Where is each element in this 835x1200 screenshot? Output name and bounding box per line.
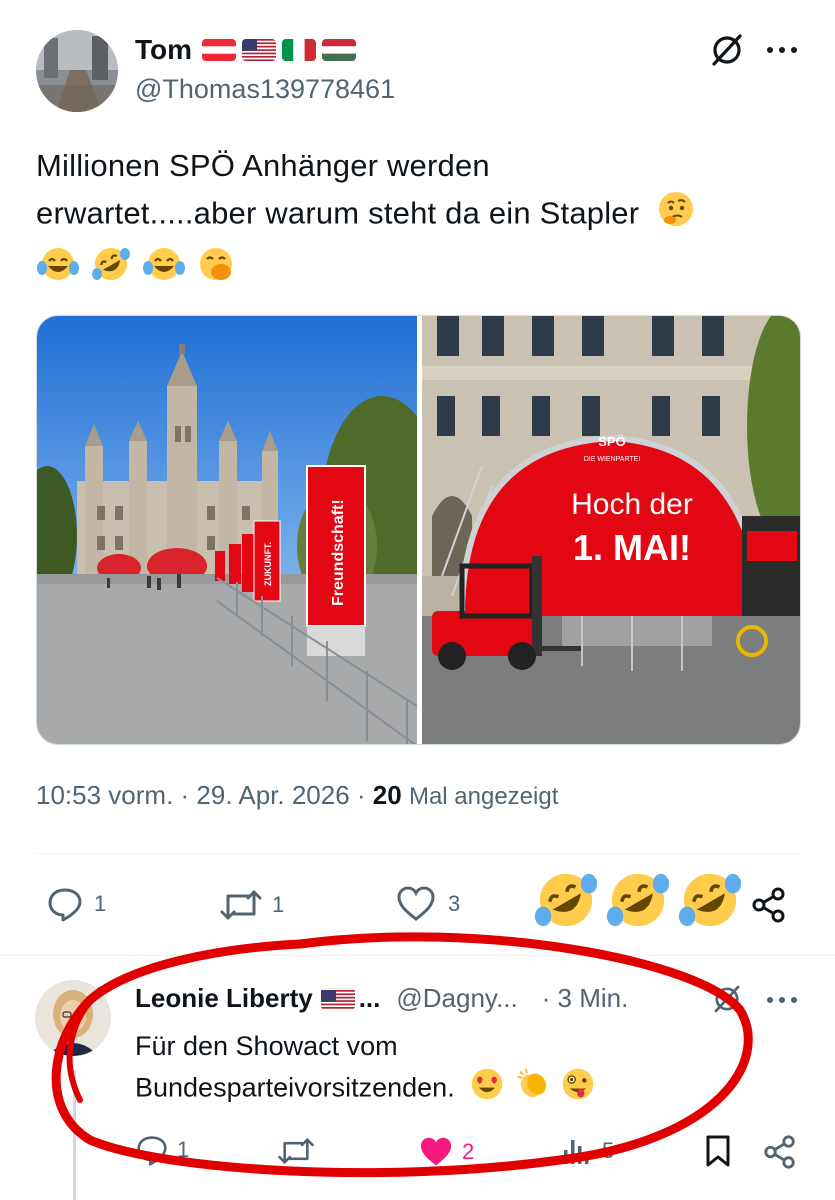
reply-grok-icon[interactable] (710, 982, 744, 1016)
face-with-hand-over-mouth-icon (194, 244, 238, 297)
reply-text-line-2-content: Bundesparteivorsitzenden. (135, 1072, 455, 1103)
avatar-photo (35, 980, 111, 1056)
usa-flag-icon (242, 39, 277, 61)
reply-repost-button[interactable] (276, 1136, 316, 1166)
reply-icon (137, 1136, 167, 1166)
reply-share-button[interactable] (762, 1134, 798, 1170)
reply-text: Für den Showact vom Bundesparteivorsitze… (135, 1026, 755, 1113)
rolling-on-floor-laughing-icon (534, 873, 598, 927)
reply-views-count: 5 (602, 1138, 615, 1163)
thinking-face-icon (656, 189, 696, 242)
rolling-on-floor-laughing-icon (606, 873, 670, 927)
post-meta: 10:53 vorm. · 29. Apr. 2026 · 20 Mal ang… (36, 780, 558, 811)
post-text-line-2: erwartet.....aber warum steht da ein Sta… (36, 189, 806, 242)
heart-icon (397, 886, 435, 921)
reply-like-button[interactable]: 2 (418, 1136, 474, 1168)
reply-reply-button[interactable]: 1 (135, 1134, 189, 1166)
reply-header: Leonie Liberty ... @Dagny... · 3 Min. (135, 983, 628, 1014)
reply-text-line-1: Für den Showact vom (135, 1031, 398, 1061)
reply-like-count: 2 (462, 1139, 475, 1164)
meta-separator: · (356, 780, 373, 810)
grok-icon[interactable] (707, 30, 747, 70)
austria-flag-icon (202, 39, 237, 61)
share-icon (752, 887, 785, 923)
reply-reply-count: 1 (177, 1137, 190, 1162)
media-image-stage[interactable]: SPÖ DIE WIENPARTEI Hoch der 1. MAI! (422, 316, 800, 744)
rolling-on-floor-laughing-icon (678, 873, 742, 927)
post-emoji-row (36, 244, 806, 297)
author-name-row: Tom (135, 32, 357, 68)
repost-icon (220, 890, 262, 920)
like-button[interactable]: 3 (396, 886, 460, 922)
reply-handle[interactable]: @Dagny... (396, 983, 517, 1014)
face-with-tears-of-joy-icon (36, 244, 80, 297)
divider (0, 955, 835, 956)
meta-separator: · (180, 780, 197, 810)
stage-headline-line-1: Hoch der (571, 488, 693, 521)
share-icon (764, 1135, 795, 1169)
reply-more-options-icon[interactable] (764, 988, 800, 1012)
author-name[interactable]: Tom (135, 34, 192, 66)
repost-button[interactable]: 1 (218, 888, 284, 922)
rolling-on-floor-laughing-icon (89, 244, 133, 297)
stage-headline-line-2: 1. MAI! (573, 527, 691, 568)
bookmark-button[interactable] (704, 1134, 732, 1168)
post-time[interactable]: 10:53 vorm. (36, 780, 173, 810)
post-date[interactable]: 29. Apr. 2026 (196, 780, 349, 810)
post-text-line-2-content: erwartet.....aber warum steht da ein Sta… (36, 195, 640, 231)
reply-author-name[interactable]: Leonie Liberty (135, 983, 313, 1014)
divider (36, 853, 799, 854)
bookmark-icon (706, 1135, 730, 1167)
like-count: 3 (448, 891, 461, 916)
stage-logo: SPÖ (598, 434, 625, 449)
italy-flag-icon (282, 39, 317, 61)
reply-name-ellipsis: ... (358, 983, 381, 1013)
views-count: 20 (372, 780, 402, 810)
post-text-line-1: Millionen SPÖ Anhänger werden (36, 148, 490, 183)
reply-count: 1 (94, 891, 107, 916)
reply-time[interactable]: · 3 Min. (542, 983, 629, 1014)
hungary-flag-icon (322, 39, 357, 61)
smiling-face-with-heart-eyes-icon (468, 1066, 506, 1113)
repost-icon (278, 1138, 314, 1164)
author-avatar[interactable] (36, 30, 118, 112)
more-options-icon[interactable] (764, 38, 800, 62)
avatar-photo (36, 30, 118, 112)
zany-face-icon (559, 1066, 597, 1113)
thread-line (73, 1070, 76, 1200)
author-handle[interactable]: @Thomas139778461 (135, 74, 395, 105)
reply-views-button[interactable]: 5 (562, 1136, 614, 1166)
heart-filled-icon (420, 1137, 452, 1166)
face-with-tears-of-joy-icon (142, 244, 186, 297)
small-banner-text: ZUKUNFT. (263, 542, 273, 586)
clapping-hands-icon (514, 1066, 552, 1113)
views-label: Mal angezeigt (408, 783, 559, 810)
reply-button[interactable]: 1 (46, 886, 106, 922)
post-media[interactable]: ZUKUNFT. Freundschaft! SPÖ DIE WIENPARTE… (36, 315, 801, 745)
repost-count: 1 (272, 892, 285, 917)
media-image-rathaus[interactable]: ZUKUNFT. Freundschaft! (37, 316, 442, 744)
overlay-emojis (530, 866, 746, 934)
banner-text: Freundschaft! (330, 499, 347, 606)
views-chart-icon (564, 1140, 589, 1164)
usa-flag-icon (320, 988, 355, 1010)
post-text: Millionen SPÖ Anhänger werden erwartet..… (36, 142, 806, 297)
reply-icon (48, 888, 82, 922)
reply-text-line-2: Bundesparteivorsitzenden. (135, 1066, 755, 1113)
share-button[interactable] (750, 886, 788, 924)
stage-logo-sub: DIE WIENPARTEI (584, 456, 641, 463)
reply-author-avatar[interactable] (35, 980, 111, 1056)
